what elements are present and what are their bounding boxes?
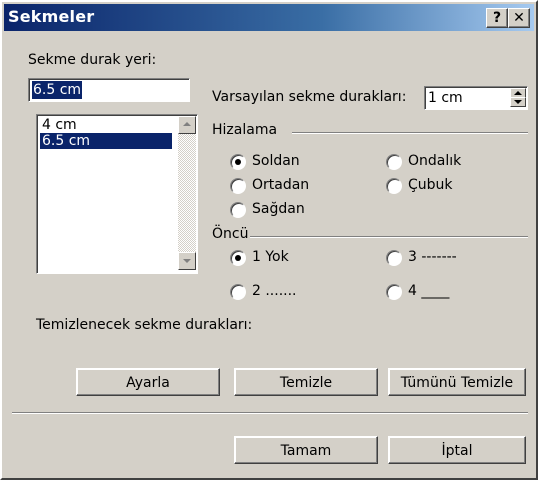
- leader-group-title: Öncü: [212, 226, 249, 242]
- default-tabs-spinner[interactable]: 1 cm: [424, 86, 528, 110]
- list-item[interactable]: 6.5 cm: [40, 133, 172, 149]
- ok-button[interactable]: Tamam: [234, 436, 378, 464]
- list-item[interactable]: 4 cm: [40, 117, 172, 133]
- tab-stop-input[interactable]: 6.5 cm: [28, 78, 190, 102]
- scroll-up-button[interactable]: [178, 116, 196, 134]
- leader-underline-label[interactable]: 4 ____: [408, 283, 449, 299]
- align-decimal-label[interactable]: Ondalık: [408, 153, 461, 169]
- cancel-button[interactable]: İptal: [388, 436, 526, 464]
- close-button[interactable]: ✕: [508, 8, 530, 28]
- help-button[interactable]: ?: [486, 8, 508, 28]
- default-tabs-value: 1 cm: [428, 90, 463, 106]
- default-tabs-label: Varsayılan sekme durakları:: [212, 89, 407, 105]
- leader-dots-radio[interactable]: [230, 284, 246, 300]
- window-title: Sekmeler: [8, 7, 95, 26]
- align-decimal-radio[interactable]: [386, 154, 402, 170]
- align-bar-radio[interactable]: [386, 178, 402, 194]
- scroll-down-button[interactable]: [178, 252, 196, 270]
- align-right-label[interactable]: Sağdan: [252, 201, 305, 217]
- radio-selected-dot: [235, 255, 241, 261]
- radio-selected-dot: [235, 159, 241, 165]
- spin-down-button[interactable]: [510, 97, 526, 107]
- tabs-dialog: Sekmeler ? ✕ Sekme durak yeri: 6.5 cm 4 …: [0, 0, 538, 480]
- leader-none-label[interactable]: 1 Yok: [252, 249, 289, 265]
- leader-dots-label[interactable]: 2 .......: [252, 283, 297, 299]
- leader-none-radio[interactable]: [230, 250, 246, 266]
- chevron-down-icon: [514, 100, 522, 104]
- leader-dashes-radio[interactable]: [386, 250, 402, 266]
- chevron-down-icon: [183, 259, 191, 263]
- tab-stop-label: Sekme durak yeri:: [28, 52, 157, 68]
- title-bar[interactable]: Sekmeler ? ✕: [4, 4, 534, 31]
- align-left-label[interactable]: Soldan: [252, 153, 300, 169]
- align-right-radio[interactable]: [230, 202, 246, 218]
- clear-list-label: Temizlenecek sekme durakları:: [36, 317, 253, 333]
- align-center-radio[interactable]: [230, 178, 246, 194]
- leader-divider: [250, 236, 528, 238]
- chevron-up-icon: [514, 91, 522, 95]
- alignment-divider: [292, 132, 528, 134]
- chevron-up-icon: [183, 122, 191, 126]
- set-button[interactable]: Ayarla: [76, 368, 220, 396]
- clear-button[interactable]: Temizle: [234, 368, 378, 396]
- align-bar-label[interactable]: Çubuk: [408, 177, 453, 193]
- align-left-radio[interactable]: [230, 154, 246, 170]
- spinner-buttons[interactable]: [510, 88, 526, 107]
- clear-all-button[interactable]: Tümünü Temizle: [388, 368, 526, 396]
- leader-underline-radio[interactable]: [386, 284, 402, 300]
- tab-stop-list[interactable]: 4 cm 6.5 cm: [36, 114, 198, 274]
- alignment-group-title: Hizalama: [212, 122, 278, 138]
- align-center-label[interactable]: Ortadan: [252, 177, 309, 193]
- leader-dashes-label[interactable]: 3 -------: [408, 249, 457, 265]
- divider: [12, 412, 528, 414]
- list-scrollbar[interactable]: [178, 116, 196, 270]
- tab-stop-input-value: 6.5 cm: [32, 81, 83, 99]
